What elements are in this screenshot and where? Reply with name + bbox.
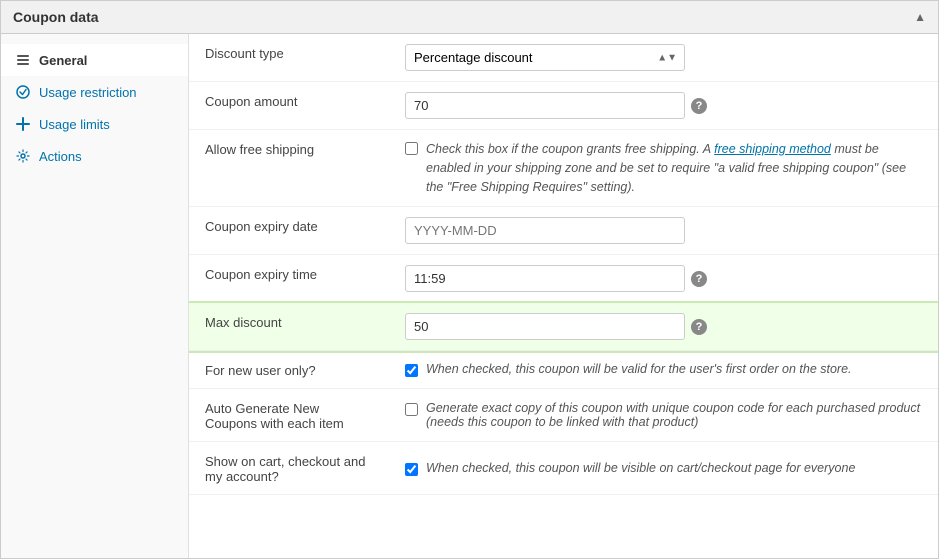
discount-type-select[interactable]: Percentage discount Fixed cart discount … xyxy=(405,44,685,71)
coupon-expiry-time-input[interactable] xyxy=(405,265,685,292)
coupon-expiry-date-label: Coupon expiry date xyxy=(189,207,389,255)
gear-icon xyxy=(15,148,31,164)
allow-free-shipping-wrap: Check this box if the coupon grants free… xyxy=(405,140,922,196)
show-on-cart-row: Show on cart, checkout and my account? W… xyxy=(189,442,938,495)
auto-generate-description: Generate exact copy of this coupon with … xyxy=(426,401,922,429)
auto-generate-label: Auto Generate New Coupons with each item xyxy=(189,389,389,442)
coupon-expiry-date-row: Coupon expiry date xyxy=(189,207,938,255)
coupon-expiry-time-label: Coupon expiry time xyxy=(189,255,389,303)
panel-body: General Usage restriction xyxy=(1,34,938,558)
coupon-amount-input[interactable] xyxy=(405,92,685,119)
max-discount-field: ? xyxy=(389,303,938,351)
coupon-expiry-date-input[interactable] xyxy=(405,217,685,244)
for-new-user-description: When checked, this coupon will be valid … xyxy=(426,362,852,376)
sidebar-item-general[interactable]: General xyxy=(1,44,188,76)
for-new-user-checkbox[interactable] xyxy=(405,364,418,377)
discount-type-field: Percentage discount Fixed cart discount … xyxy=(389,34,938,82)
allow-free-shipping-row: Allow free shipping Check this box if th… xyxy=(189,130,938,207)
auto-generate-checkbox[interactable] xyxy=(405,403,418,416)
sidebar: General Usage restriction xyxy=(1,34,189,558)
show-on-cart-label: Show on cart, checkout and my account? xyxy=(189,442,389,495)
max-discount-help-icon[interactable]: ? xyxy=(691,319,707,335)
plus-icon xyxy=(15,116,31,132)
show-on-cart-wrap: When checked, this coupon will be visibl… xyxy=(405,461,922,476)
sidebar-label-general: General xyxy=(39,53,87,68)
coupon-expiry-date-field xyxy=(389,207,938,255)
for-new-user-wrap: When checked, this coupon will be valid … xyxy=(405,362,922,377)
panel-collapse-arrow[interactable]: ▲ xyxy=(914,10,926,24)
auto-generate-field: Generate exact copy of this coupon with … xyxy=(389,389,938,442)
coupon-amount-help-icon[interactable]: ? xyxy=(691,98,707,114)
sidebar-item-usage-restriction[interactable]: Usage restriction xyxy=(1,76,188,108)
main-content: Discount type Percentage discount Fixed … xyxy=(189,34,938,558)
allow-free-shipping-label: Allow free shipping xyxy=(189,130,389,207)
for-new-user-field: When checked, this coupon will be valid … xyxy=(389,351,938,389)
auto-generate-wrap: Generate exact copy of this coupon with … xyxy=(405,401,922,429)
discount-type-select-wrap: Percentage discount Fixed cart discount … xyxy=(405,44,685,71)
sidebar-item-actions[interactable]: Actions xyxy=(1,140,188,172)
coupon-amount-label: Coupon amount xyxy=(189,82,389,130)
discount-type-label: Discount type xyxy=(189,34,389,82)
coupon-expiry-time-wrap: ? xyxy=(405,265,922,292)
coupon-expiry-time-field: ? xyxy=(389,255,938,303)
discount-type-row: Discount type Percentage discount Fixed … xyxy=(189,34,938,82)
panel-header: Coupon data ▲ xyxy=(1,1,938,34)
sidebar-label-usage-limits: Usage limits xyxy=(39,117,110,132)
for-new-user-label: For new user only? xyxy=(189,351,389,389)
coupon-expiry-time-help-icon[interactable]: ? xyxy=(691,271,707,287)
sidebar-label-usage-restriction: Usage restriction xyxy=(39,85,137,100)
coupon-data-panel: Coupon data ▲ General xyxy=(0,0,939,559)
sidebar-item-usage-limits[interactable]: Usage limits xyxy=(1,108,188,140)
for-new-user-row: For new user only? When checked, this co… xyxy=(189,351,938,389)
coupon-amount-field: ? xyxy=(389,82,938,130)
show-on-cart-description: When checked, this coupon will be visibl… xyxy=(426,461,855,475)
coupon-amount-wrap: ? xyxy=(405,92,922,119)
form-table: Discount type Percentage discount Fixed … xyxy=(189,34,938,495)
allow-free-shipping-field: Check this box if the coupon grants free… xyxy=(389,130,938,207)
allow-free-shipping-checkbox[interactable] xyxy=(405,142,418,155)
max-discount-wrap: ? xyxy=(405,313,922,340)
coupon-amount-row: Coupon amount ? xyxy=(189,82,938,130)
max-discount-label: Max discount xyxy=(189,303,389,351)
max-discount-row: Max discount ? xyxy=(189,303,938,351)
free-shipping-method-link[interactable]: free shipping method xyxy=(714,142,831,156)
max-discount-input[interactable] xyxy=(405,313,685,340)
allow-free-shipping-text: Check this box if the coupon grants free… xyxy=(426,140,922,196)
panel-title: Coupon data xyxy=(13,9,99,25)
sidebar-label-actions: Actions xyxy=(39,149,82,164)
auto-generate-row: Auto Generate New Coupons with each item… xyxy=(189,389,938,442)
list-icon xyxy=(15,52,31,68)
circle-check-icon xyxy=(15,84,31,100)
show-on-cart-checkbox[interactable] xyxy=(405,463,418,476)
coupon-expiry-time-row: Coupon expiry time ? xyxy=(189,255,938,303)
show-on-cart-field: When checked, this coupon will be visibl… xyxy=(389,442,938,495)
